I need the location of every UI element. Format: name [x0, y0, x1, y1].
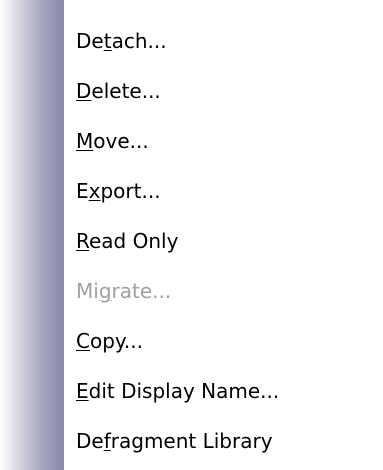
menu-item-label: Detach...	[76, 29, 167, 53]
menu-item-detach[interactable]: Detach...	[64, 16, 383, 66]
menu-item-label: Defragment Library	[76, 429, 273, 453]
menu-item-label: Migrate...	[76, 279, 172, 303]
menu-item-edit-display-name[interactable]: Edit Display Name...	[64, 366, 383, 416]
mnemonic-letter: D	[76, 79, 92, 103]
menu-item-label: Copy...	[76, 329, 143, 353]
menu-item-copy[interactable]: Copy...	[64, 316, 383, 366]
menu-item-label: Delete...	[76, 79, 161, 103]
mnemonic-letter: x	[88, 179, 101, 203]
mnemonic-letter: R	[76, 229, 89, 253]
menu-item-label: Export...	[76, 179, 161, 203]
menu-item-defragment-library[interactable]: Defragment Library	[64, 416, 383, 466]
mnemonic-letter: C	[76, 329, 90, 353]
menu-item-delete[interactable]: Delete...	[64, 66, 383, 116]
menu-item-label: Move...	[76, 129, 149, 153]
menu-item-move[interactable]: Move...	[64, 116, 383, 166]
menu-gutter	[0, 0, 64, 470]
menu-item-migrate: Migrate...	[64, 266, 383, 316]
menu-item-label: Edit Display Name...	[76, 379, 280, 403]
menu-item-export[interactable]: Export...	[64, 166, 383, 216]
context-menu: Detach... Delete... Move... Export... Re…	[0, 0, 383, 470]
mnemonic-letter: g	[98, 279, 112, 303]
menu-item-label: Read Only	[76, 229, 179, 253]
mnemonic-letter: E	[76, 379, 89, 403]
mnemonic-letter: M	[76, 129, 94, 153]
menu-item-read-only[interactable]: Read Only	[64, 216, 383, 266]
mnemonic-letter: t	[103, 29, 112, 53]
mnemonic-letter: f	[103, 429, 111, 453]
menu-list: Detach... Delete... Move... Export... Re…	[64, 0, 383, 470]
